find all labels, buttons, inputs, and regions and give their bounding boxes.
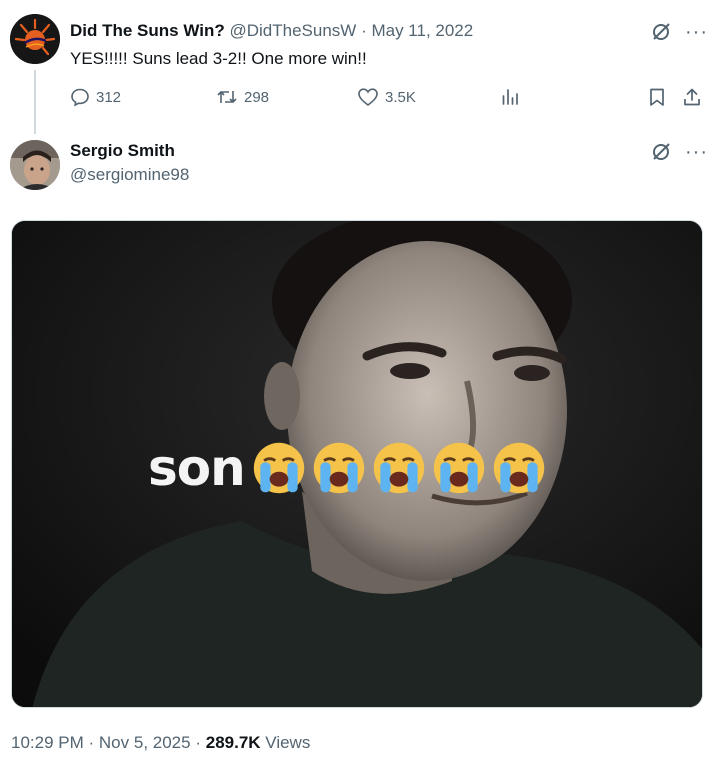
grok-icon[interactable] xyxy=(651,22,671,42)
like-count: 3.5K xyxy=(385,88,416,106)
parent-tweet[interactable]: Did The Suns Win? @DidTheSunsW · May 11,… xyxy=(0,0,716,135)
loudly-crying-face-icon xyxy=(313,442,364,494)
separator: · xyxy=(195,733,201,752)
tweet-media[interactable]: son xyxy=(11,220,703,708)
views-count: 289.7K xyxy=(205,733,261,752)
tweet-header: Did The Suns Win? @DidTheSunsW · May 11,… xyxy=(70,20,473,42)
tweet-date[interactable]: May 11, 2022 xyxy=(371,21,473,40)
views-label: Views xyxy=(265,733,311,752)
reply-icon xyxy=(71,88,89,107)
retweet-icon xyxy=(217,91,237,103)
reply-button[interactable]: 312 xyxy=(70,87,121,107)
bookmark-icon xyxy=(650,88,664,106)
display-name[interactable]: Sergio Smith xyxy=(70,140,175,162)
heart-icon xyxy=(358,88,378,107)
suns-logo-icon xyxy=(10,14,60,64)
profile-photo-icon xyxy=(10,140,60,190)
tweet-date[interactable]: Nov 5, 2025 xyxy=(99,733,191,752)
handle[interactable]: @sergiomine98 xyxy=(70,164,189,186)
retweet-button[interactable]: 298 xyxy=(216,87,269,107)
tweet-footer: 10:29 PM · Nov 5, 2025 · 289.7K Views xyxy=(11,733,310,753)
loudly-crying-face-icon xyxy=(493,442,544,494)
bookmark-button[interactable] xyxy=(648,87,666,107)
loudly-crying-face-icon xyxy=(373,442,424,494)
tweet-top-actions: ··· xyxy=(651,142,708,162)
like-button[interactable]: 3.5K xyxy=(357,87,416,107)
grok-icon[interactable] xyxy=(651,142,671,162)
tweet-time[interactable]: 10:29 PM xyxy=(11,733,84,752)
reply-count: 312 xyxy=(96,88,122,106)
thread-line xyxy=(34,70,36,134)
views-button[interactable] xyxy=(500,87,520,107)
separator: · xyxy=(88,733,95,752)
tweet-top-actions: ··· xyxy=(651,22,708,42)
share-icon xyxy=(684,88,700,106)
avatar[interactable] xyxy=(10,14,60,64)
separator: · xyxy=(361,21,367,40)
loudly-crying-face-icon xyxy=(433,442,484,494)
more-options-icon[interactable]: ··· xyxy=(685,22,708,42)
share-button[interactable] xyxy=(682,87,702,107)
avatar[interactable] xyxy=(10,140,60,190)
handle[interactable]: @DidTheSunsW xyxy=(229,21,356,40)
caption-text: son xyxy=(148,439,246,497)
analytics-icon xyxy=(502,89,518,105)
display-name[interactable]: Did The Suns Win? xyxy=(70,21,225,40)
loudly-crying-face-icon xyxy=(253,442,304,494)
retweet-count: 298 xyxy=(244,88,270,106)
tweet-text: YES!!!!! Suns lead 3-2!! One more win!! xyxy=(70,49,367,68)
tweet-actions: 312 298 3.5K xyxy=(70,87,710,111)
media-caption: son xyxy=(148,439,547,497)
more-options-icon[interactable]: ··· xyxy=(685,142,708,162)
